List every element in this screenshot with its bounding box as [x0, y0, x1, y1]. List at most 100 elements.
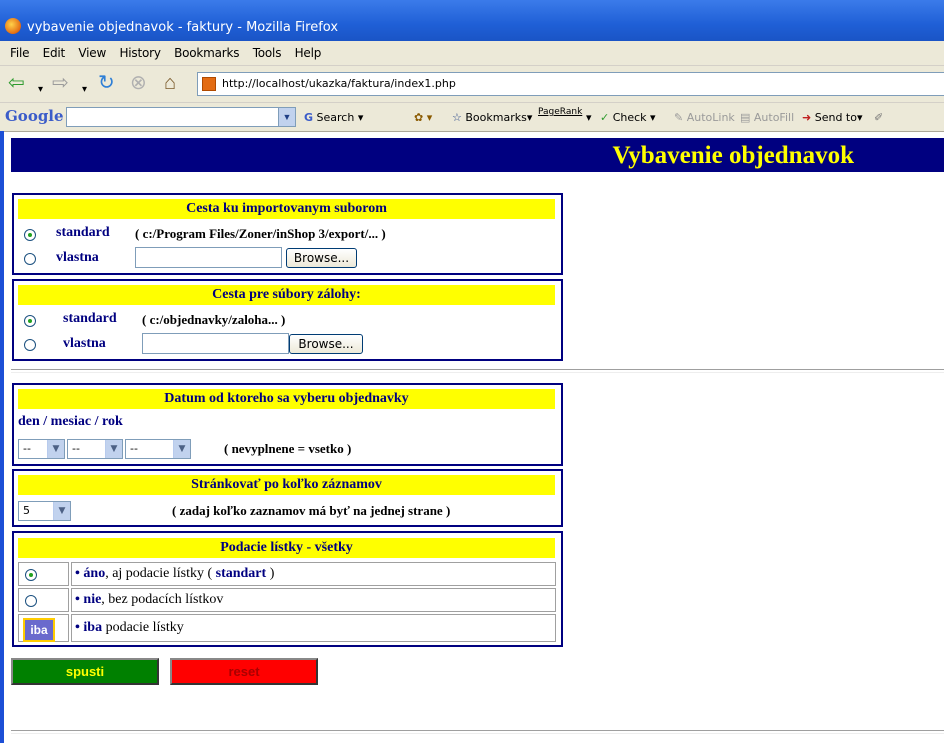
menu-file[interactable]: File: [10, 46, 29, 60]
autolink-button[interactable]: ✎ AutoLink: [674, 111, 735, 124]
import-browse-button[interactable]: Browse...: [286, 248, 357, 268]
chevron-down-icon: ▼: [53, 502, 70, 520]
option-nie-row: • nie, bez podacích lístkov: [71, 588, 556, 612]
reload-icon[interactable]: ↻: [98, 73, 115, 93]
back-arrow-icon[interactable]: ⇦: [8, 73, 25, 93]
import-path-panel: Cesta ku importovanym suborom standard (…: [12, 193, 563, 275]
import-own-radio[interactable]: [24, 253, 36, 265]
backup-standard-radio[interactable]: [24, 315, 36, 327]
option-nie-keyword: nie: [83, 592, 102, 607]
backup-standard-label: standard: [63, 311, 117, 326]
send-icon: ➜: [802, 111, 812, 124]
bullet: •: [75, 566, 80, 581]
page-size-select[interactable]: 5 ▼: [18, 501, 71, 521]
autofill-label: AutoFill: [753, 111, 795, 124]
import-own-label: vlastna: [56, 250, 99, 265]
bullet: •: [75, 592, 80, 607]
year-select[interactable]: -- ▼: [125, 439, 191, 459]
backup-standard-path: ( c:/objednavky/zaloha... ): [142, 312, 286, 327]
page-title: Vybavenie objednavok: [612, 142, 855, 169]
window-title: vybavenie objednavok - faktury - Mozilla…: [27, 20, 339, 35]
menu-edit[interactable]: Edit: [43, 46, 66, 60]
backup-own-radio[interactable]: [24, 339, 36, 351]
check-label: Check: [612, 111, 647, 124]
back-dropdown-icon[interactable]: ▾: [38, 80, 43, 100]
date-filter-panel: Datum od ktoreho sa vyberu objednavky de…: [12, 383, 563, 466]
google-logo: Google: [5, 107, 64, 125]
google-toolbar: Google ▼ G Search ▾ ✿ ▾ ☆ Bookmarks▾ Pag…: [0, 103, 944, 132]
import-standard-radio[interactable]: [24, 229, 36, 241]
option-nie-radio[interactable]: [25, 595, 37, 607]
day-select[interactable]: -- ▼: [18, 439, 65, 459]
month-select[interactable]: -- ▼: [67, 439, 123, 459]
import-path-input[interactable]: [135, 247, 282, 268]
date-filter-heading: Datum od ktoreho sa vyberu objednavky: [18, 389, 555, 409]
forward-arrow-icon[interactable]: ⇨: [52, 73, 69, 93]
delivery-notes-panel: Podacie lístky - všetky • áno, aj podaci…: [12, 531, 563, 647]
autolink-label: AutoLink: [686, 111, 735, 124]
paging-hint: ( zadaj koľko zaznamov má byť na jednej …: [172, 503, 451, 518]
day-value: --: [23, 442, 31, 455]
gadget-icon[interactable]: ✿ ▾: [414, 111, 432, 124]
iba-button[interactable]: iba: [23, 618, 55, 642]
menu-help[interactable]: Help: [295, 46, 322, 60]
backup-path-panel: Cesta pre súbory zálohy: standard ( c:/o…: [12, 279, 563, 361]
option-ano-text: , aj podacie lístky (: [105, 566, 216, 581]
chevron-down-icon: ▼: [47, 440, 64, 458]
chevron-down-icon: ▼: [105, 440, 122, 458]
sendto-button[interactable]: ➜ Send to▾: [802, 111, 863, 124]
page-left-border: [0, 131, 4, 743]
firefox-logo-icon: [5, 18, 21, 34]
page-size-value: 5: [23, 504, 30, 517]
run-button[interactable]: spusti: [11, 658, 159, 685]
highlighter-icon[interactable]: ✐: [874, 111, 883, 124]
autofill-button[interactable]: ▤ AutoFill: [740, 111, 794, 124]
google-bookmarks-button[interactable]: ☆ Bookmarks▾: [452, 111, 532, 124]
forward-dropdown-icon[interactable]: ▾: [82, 80, 87, 100]
menu-tools[interactable]: Tools: [253, 46, 282, 60]
check-icon: ✓: [600, 111, 610, 124]
paging-panel: Stránkovať po koľko záznamov 5 ▼ ( zadaj…: [12, 469, 563, 527]
menu-bar: File Edit View History Bookmarks Tools H…: [0, 41, 944, 66]
option-ano-radio[interactable]: [25, 569, 37, 581]
spellcheck-button[interactable]: ✓ Check ▾: [600, 111, 656, 124]
url-bar[interactable]: http://localhost/ukazka/faktura/index1.p…: [197, 72, 944, 96]
backup-path-input[interactable]: [142, 333, 289, 354]
option-ano-keyword: áno: [83, 566, 106, 581]
bookmarks-label: Bookmarks: [465, 111, 527, 124]
chevron-down-icon[interactable]: ▼: [278, 108, 295, 126]
backup-path-heading: Cesta pre súbory zálohy:: [18, 285, 555, 305]
backup-browse-button[interactable]: Browse...: [289, 334, 363, 354]
home-icon[interactable]: ⌂: [164, 73, 176, 93]
section-divider: [11, 369, 944, 373]
google-search-label: Search: [316, 111, 355, 124]
import-standard-label: standard: [56, 225, 110, 240]
google-search-input[interactable]: ▼: [66, 107, 296, 127]
menu-bookmarks[interactable]: Bookmarks: [174, 46, 239, 60]
bottom-divider: [11, 730, 944, 734]
stop-icon[interactable]: ⊗: [130, 73, 147, 93]
sendto-label: Send to: [814, 111, 857, 124]
option-ano-text-end: ): [266, 566, 275, 581]
reset-button[interactable]: reset: [170, 658, 318, 685]
import-path-heading: Cesta ku importovanym suborom: [18, 199, 555, 219]
pagerank-indicator[interactable]: PageRank: [538, 107, 582, 117]
year-value: --: [130, 442, 138, 455]
bullet: •: [75, 620, 80, 635]
chevron-down-icon: ▼: [173, 440, 190, 458]
option-iba-row: • iba podacie lístky: [71, 614, 556, 642]
option-ano-label: • áno, aj podacie lístky ( standart ): [75, 566, 274, 582]
page-header-banner: Vybavenie objednavok: [11, 138, 944, 172]
option-ano-radio-cell: [18, 562, 69, 586]
chevron-down-icon[interactable]: ▾: [586, 111, 592, 124]
option-nie-text: , bez podacích lístkov: [101, 592, 224, 607]
date-format-label: den / mesiac / rok: [18, 414, 123, 429]
menu-view[interactable]: View: [78, 46, 106, 60]
menu-history[interactable]: History: [119, 46, 160, 60]
month-value: --: [72, 442, 80, 455]
option-nie-radio-cell: [18, 588, 69, 612]
window-titlebar: vybavenie objednavok - faktury - Mozilla…: [0, 0, 944, 41]
paging-heading: Stránkovať po koľko záznamov: [18, 475, 555, 495]
google-search-button[interactable]: G Search ▾: [304, 111, 363, 124]
option-ano-emph: standart: [215, 566, 267, 581]
